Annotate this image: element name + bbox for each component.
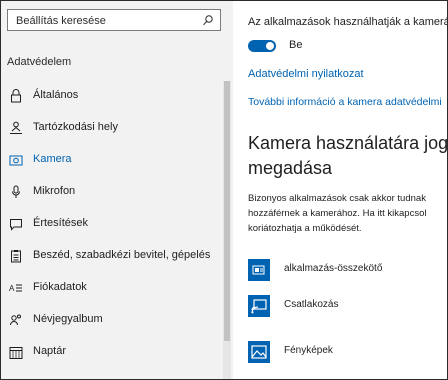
sidebar: Adatvédelem Általános Tartózkodási hely <box>1 1 233 379</box>
app-name: Csatlakozás <box>284 299 339 310</box>
sidebar-item-label: Értesítések <box>33 217 89 229</box>
sidebar-item-label: Kamera <box>33 153 72 165</box>
section-heading-line2: megadása <box>248 158 333 178</box>
photos-icon <box>248 341 270 363</box>
section-heading-line1: Kamera használatára jogos <box>248 133 447 153</box>
sidebar-item-nevjegyalbum[interactable]: Névjegyalbum <box>1 305 219 335</box>
description-line: hozzáférnek a kamerához. Ha itt kikapcso… <box>248 208 427 219</box>
privacy-statement-link[interactable]: Adatvédelmi nyilatkozat <box>248 68 364 80</box>
clipboard-icon <box>9 249 23 263</box>
more-info-link[interactable]: További információ a kamera adatvédelmi <box>248 96 442 108</box>
sidebar-item-naptar[interactable]: Naptár <box>1 337 219 367</box>
search-icon[interactable] <box>202 14 214 26</box>
settings-window: Adatvédelem Általános Tartózkodási hely <box>0 0 448 380</box>
sidebar-item-mikrofon[interactable]: Mikrofon <box>1 177 219 207</box>
sidebar-item-beszed[interactable]: Beszéd, szabadkézi bevitel, gépelés <box>1 241 219 271</box>
sidebar-item-label: Tartózkodási hely <box>33 121 118 133</box>
sidebar-item-label: Általános <box>33 89 79 101</box>
toggle-knob <box>266 42 274 50</box>
sidebar-scrollbar[interactable] <box>223 81 231 379</box>
search-input[interactable] <box>16 13 196 28</box>
scrollbar-thumb[interactable] <box>224 81 230 341</box>
contacts-icon <box>9 313 23 327</box>
sidebar-item-fiokadatok[interactable]: A Fiókadatok <box>1 273 219 303</box>
sidebar-item-label: Fiókadatok <box>33 281 87 293</box>
sidebar-item-label: Beszéd, szabadkézi bevitel, gépelés <box>33 249 211 261</box>
camera-access-toggle[interactable] <box>248 40 276 52</box>
connect-icon <box>248 295 270 317</box>
calendar-icon <box>9 345 23 359</box>
sidebar-item-altalanos[interactable]: Általános <box>1 81 219 111</box>
app-connector-icon <box>248 259 270 281</box>
sidebar-item-tartozkodasi-hely[interactable]: Tartózkodási hely <box>1 113 219 143</box>
sidebar-item-label: Naptár <box>33 345 67 357</box>
person-location-icon <box>9 121 23 135</box>
section-title: Adatvédelem <box>7 56 72 68</box>
description-line: Bizonyos alkalmazások csak akkor tudnak <box>248 193 426 204</box>
toggle-state-label: Be <box>289 39 303 51</box>
microphone-icon <box>9 185 23 199</box>
search-box[interactable] <box>7 9 221 31</box>
sidebar-item-label: Mikrofon <box>33 185 76 197</box>
app-name: alkalmazás-összekötő <box>284 263 383 274</box>
main-panel: Az alkalmazások használhatják a kamerát … <box>234 1 447 379</box>
app-name: Fényképek <box>284 345 333 356</box>
svg-text:A: A <box>9 284 15 293</box>
lock-icon <box>9 89 23 103</box>
sidebar-item-ertesitesek[interactable]: Értesítések <box>1 209 219 239</box>
notification-icon <box>9 217 23 231</box>
sidebar-item-kamera[interactable]: Kamera <box>1 145 219 175</box>
camera-icon <box>9 153 23 167</box>
account-info-icon: A <box>9 281 23 295</box>
permission-text: Az alkalmazások használhatják a kamerát <box>248 16 447 28</box>
sidebar-item-label: Névjegyalbum <box>33 313 103 325</box>
description-line: koriátozhatja a működését. <box>248 223 362 234</box>
